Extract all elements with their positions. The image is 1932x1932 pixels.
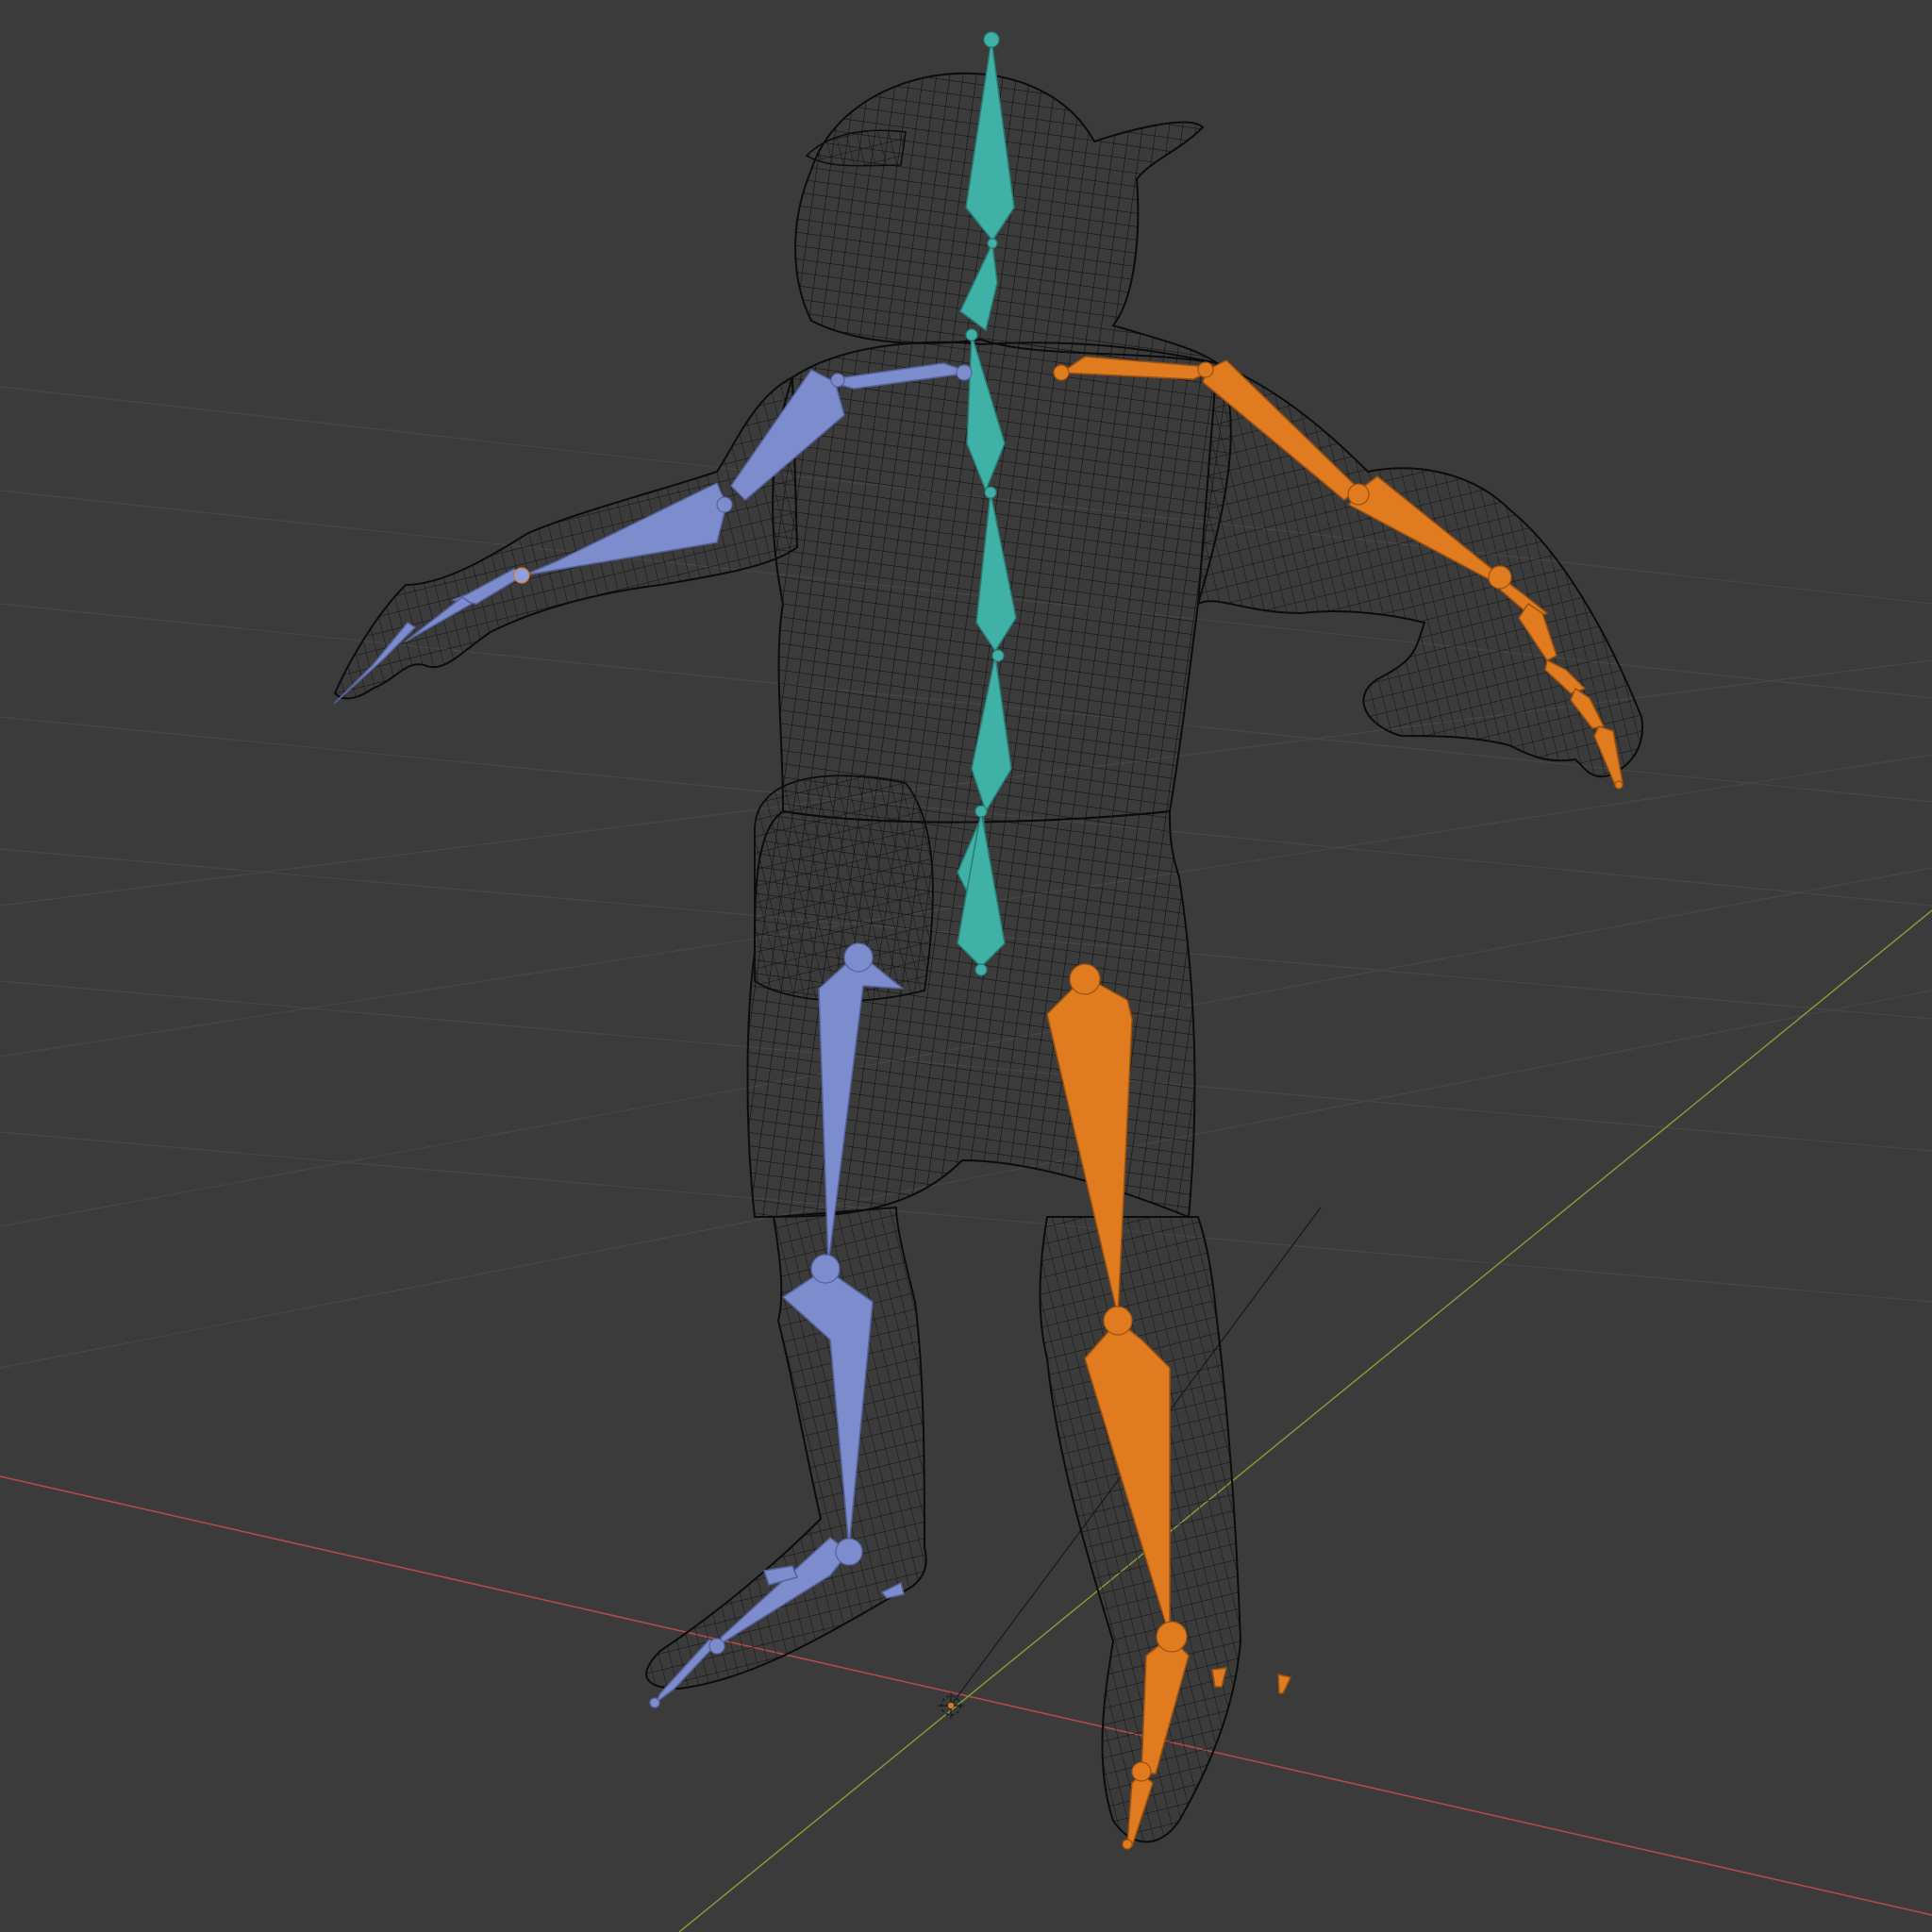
joint-left-knee[interactable] [810, 1254, 841, 1284]
joint-left-hip[interactable] [843, 942, 874, 973]
joint-left-ball[interactable] [708, 1638, 725, 1655]
mesh-left-leg [645, 1206, 927, 1690]
joint-right-toe-tip[interactable] [1122, 1839, 1133, 1850]
joint-hips[interactable] [974, 805, 988, 818]
joint-right-wrist[interactable] [1488, 565, 1512, 590]
joint-right-shoulder[interactable] [1197, 361, 1214, 378]
bone-right-toe-ik[interactable] [1277, 1674, 1291, 1694]
joint-left-shoulder[interactable] [956, 364, 973, 381]
3d-viewport[interactable] [0, 0, 1932, 1932]
joint-chest[interactable] [965, 328, 978, 341]
joint-right-ball[interactable] [1131, 1761, 1152, 1782]
joint-right-knee[interactable] [1103, 1306, 1133, 1336]
joint-pelvis-tail[interactable] [974, 963, 988, 976]
mesh-left-arm [333, 375, 799, 700]
joint-right-clavicle[interactable] [1053, 364, 1070, 381]
joint-left-elbow[interactable] [716, 496, 733, 513]
joint-left-wrist[interactable] [513, 567, 530, 584]
joint-right-hip[interactable] [1069, 963, 1101, 995]
joint-spine-low[interactable] [991, 649, 1005, 662]
joint-head-tip[interactable] [983, 31, 1000, 48]
joint-left-toe-tip[interactable] [649, 1697, 660, 1708]
joint-right-finger-tip[interactable] [1614, 780, 1624, 790]
joint-spine-mid[interactable] [984, 486, 997, 499]
joint-left-ankle[interactable] [835, 1538, 863, 1566]
viewport-canvas[interactable] [0, 0, 1932, 1932]
joint-neck[interactable] [987, 238, 998, 249]
3d-cursor-icon[interactable] [938, 1692, 964, 1719]
x-axis-line [0, 1475, 1932, 1916]
joint-right-ankle[interactable] [1156, 1621, 1188, 1653]
joint-left-clavicle[interactable] [830, 373, 845, 388]
joint-right-elbow[interactable] [1347, 483, 1370, 506]
